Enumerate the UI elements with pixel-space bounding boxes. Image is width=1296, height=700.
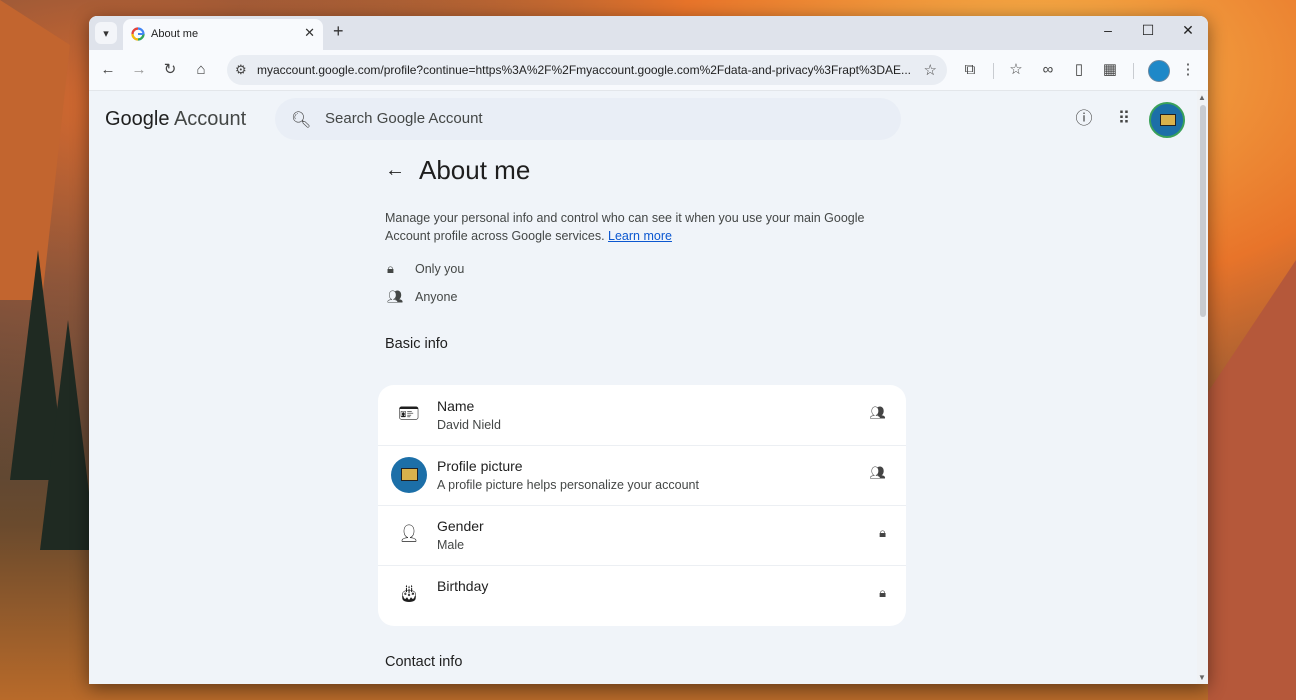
cake-icon: 🎂︎ (398, 584, 420, 603)
toolbar-divider (993, 63, 994, 79)
reading-list-icon[interactable]: ▯ (1070, 61, 1088, 79)
legend-label: Only you (415, 262, 465, 276)
google-account-logo[interactable]: Google Account (105, 108, 246, 131)
legend-anyone: 👥︎ Anyone (387, 289, 457, 305)
lock-icon: 🔒︎ (879, 525, 886, 540)
new-tab-icon[interactable]: + (333, 21, 344, 42)
google-favicon-icon (131, 27, 145, 41)
home-icon[interactable]: ⌂ (192, 61, 210, 79)
browser-window: ▾ About me ✕ + – ☐ ✕ ← → ↻ ⌂ ⚙ myaccount… (89, 16, 1208, 684)
tab-title: About me (151, 28, 199, 40)
tab-search-button[interactable]: ▾ (95, 22, 117, 44)
row-label: Birthday (437, 578, 489, 594)
tab-about-me[interactable]: About me ✕ (123, 19, 323, 50)
row-gender[interactable]: 👤︎ Gender Male 🔒︎ (378, 505, 906, 566)
close-tab-icon[interactable]: ✕ (304, 25, 315, 41)
logo-google: Google (105, 108, 170, 130)
row-label: Name (437, 398, 475, 414)
extensions-icon[interactable]: ⧉ (961, 61, 979, 79)
side-panel-icon[interactable]: ▦ (1101, 61, 1119, 79)
learn-more-link[interactable]: Learn more (608, 229, 672, 243)
scroll-up-icon[interactable]: ▲ (1198, 93, 1206, 102)
bookmark-star-icon[interactable]: ☆ (924, 61, 937, 79)
row-value: Male (437, 538, 465, 552)
person-icon: 👤︎ (398, 524, 420, 543)
link-icon[interactable]: ∞ (1039, 61, 1057, 79)
toolbar-divider (1133, 63, 1134, 79)
account-avatar[interactable] (1149, 102, 1185, 138)
basic-info-heading: Basic info (385, 336, 448, 352)
browser-toolbar: ← → ↻ ⌂ ⚙ myaccount.google.com/profile?c… (89, 50, 1208, 91)
maximize-icon[interactable]: ☐ (1138, 22, 1158, 39)
legend-label: Anyone (415, 290, 458, 304)
row-value: A profile picture helps personalize your… (437, 478, 699, 492)
row-profile-picture[interactable]: Profile picture A profile picture helps … (378, 445, 906, 506)
badge-icon: 🪪︎ (398, 404, 420, 423)
minimize-icon[interactable]: – (1098, 22, 1118, 38)
people-icon: 👥︎ (387, 289, 404, 304)
profile-avatar-icon[interactable] (1148, 60, 1170, 82)
tab-bar: ▾ About me ✕ + – ☐ ✕ (89, 16, 1208, 50)
row-label: Profile picture (437, 458, 523, 474)
close-window-icon[interactable]: ✕ (1178, 22, 1198, 39)
site-info-icon[interactable]: ⚙ (235, 62, 247, 78)
search-icon: 🔍︎ (291, 112, 312, 129)
browser-menu-icon[interactable]: ⋮ (1179, 61, 1197, 79)
contact-info-heading: Contact info (385, 654, 463, 670)
page-scrollbar[interactable]: ▲ ▼ (1197, 91, 1208, 684)
page-content: Google Account 🔍︎ Search Google Account … (89, 91, 1197, 684)
people-icon: 👥︎ (869, 465, 886, 480)
address-bar[interactable]: ⚙ myaccount.google.com/profile?continue=… (227, 55, 947, 85)
forward-icon[interactable]: → (130, 61, 148, 79)
basic-info-card: 🪪︎ Name David Nield 👥︎ Profile picture A… (378, 385, 906, 626)
reload-icon[interactable]: ↻ (161, 61, 179, 79)
search-placeholder: Search Google Account (325, 110, 483, 127)
row-birthday[interactable]: 🎂︎ Birthday 🔒︎ (378, 565, 906, 625)
url-text: myaccount.google.com/profile?continue=ht… (257, 63, 911, 77)
back-icon[interactable]: ← (99, 61, 117, 79)
back-arrow-icon[interactable]: ← (385, 159, 405, 182)
search-input[interactable]: 🔍︎ Search Google Account (275, 98, 901, 140)
row-name[interactable]: 🪪︎ Name David Nield 👥︎ (378, 385, 906, 446)
scrollbar-thumb[interactable] (1200, 105, 1206, 317)
lock-icon: 🔒︎ (879, 585, 886, 600)
row-label: Gender (437, 518, 484, 534)
scroll-down-icon[interactable]: ▼ (1198, 673, 1206, 682)
page-description: Manage your personal info and control wh… (385, 209, 875, 245)
logo-account: Account (173, 108, 247, 130)
lock-icon: 🔒︎ (387, 261, 394, 276)
help-icon[interactable]: ⓘ (1073, 108, 1095, 130)
profile-picture-avatar (391, 457, 427, 493)
page-title: About me (419, 155, 531, 185)
chevron-down-icon: ▾ (103, 27, 109, 40)
people-icon: 👥︎ (869, 405, 886, 420)
legend-only-you: 🔒︎ Only you (387, 261, 464, 277)
row-value: David Nield (437, 418, 501, 432)
bookmarks-icon[interactable]: ☆ (1007, 61, 1025, 79)
apps-grid-icon[interactable]: ⠿ (1113, 108, 1135, 130)
